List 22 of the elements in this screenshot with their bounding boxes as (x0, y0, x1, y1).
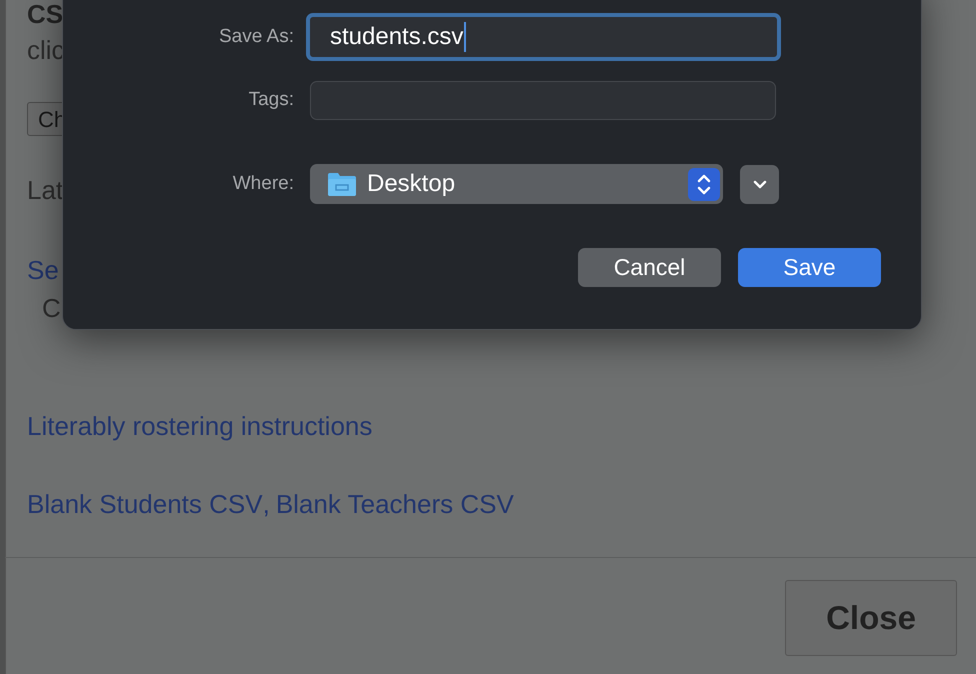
instructions-link[interactable]: Literably rostering instructions (27, 413, 372, 439)
field-label: Save As: (218, 24, 294, 49)
folder-icon (327, 171, 357, 197)
field-label: Tags: (248, 88, 294, 112)
text-field[interactable]: students.csv (306, 13, 781, 61)
cancel-button[interactable]: Cancel (578, 248, 721, 287)
heading: CS (27, 1, 64, 27)
link[interactable]: Se (27, 257, 59, 283)
close-button[interactable]: Close (785, 580, 957, 656)
location-popup[interactable]: Desktop (310, 164, 723, 204)
field-label: Where: (232, 172, 294, 196)
save-button[interactable]: Save (738, 248, 881, 287)
text-field[interactable] (310, 81, 776, 120)
chevron-down-icon (752, 180, 766, 188)
description-text: C (42, 295, 61, 321)
instruction-text: clic (27, 37, 65, 63)
separator: , (262, 491, 270, 517)
label-text: Lat (27, 177, 64, 203)
blank-teachers-link[interactable]: Blank Teachers CSV (276, 491, 514, 517)
stepper-icon (688, 168, 720, 200)
blank-students-link[interactable]: Blank Students CSV (27, 491, 263, 517)
expand-button[interactable] (740, 164, 779, 204)
